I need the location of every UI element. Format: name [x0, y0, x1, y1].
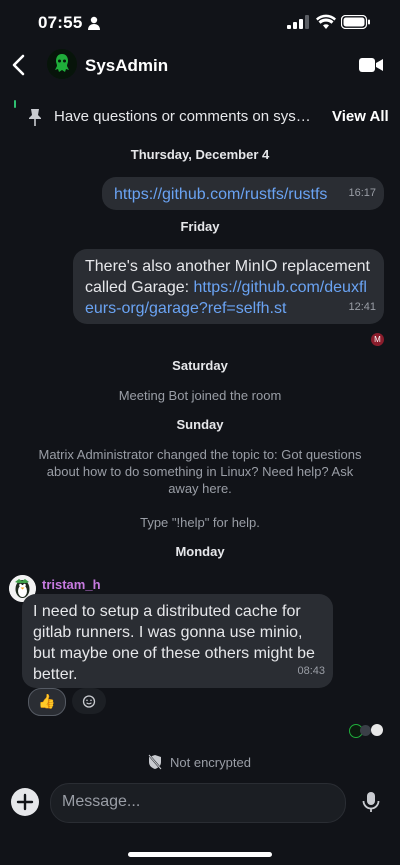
clock: 07:55 — [38, 13, 83, 32]
date-separator: Saturday — [172, 358, 228, 373]
status-bar: 07:55 — [0, 0, 400, 44]
topic-change-event: Matrix Administrator changed the topic t… — [38, 447, 362, 496]
room-avatar[interactable] — [47, 49, 77, 79]
read-receipt-avatar[interactable]: M — [371, 333, 384, 346]
person-icon — [88, 16, 100, 30]
date-separator: Sunday — [176, 417, 224, 432]
reaction-thumbs-up[interactable]: 👍 — [28, 688, 66, 716]
video-call-icon[interactable] — [359, 56, 383, 74]
wifi-icon — [316, 14, 336, 29]
attach-button[interactable] — [11, 788, 39, 816]
room-logo-icon — [47, 49, 77, 79]
message-time: 08:43 — [297, 665, 325, 677]
topic-change-event-help: Type "!help" for help. — [140, 515, 260, 530]
sender-name[interactable]: tristam_h — [42, 577, 101, 592]
plus-icon — [16, 793, 34, 811]
thumbs-up-emoji: 👍 — [38, 693, 56, 709]
date-separator: Friday — [180, 219, 220, 234]
add-reaction-button[interactable] — [72, 688, 106, 714]
microphone-icon[interactable] — [362, 791, 380, 813]
pinned-indicator — [14, 100, 16, 108]
battery-icon — [341, 15, 370, 29]
message-bubble[interactable]: I need to setup a distributed cache for … — [22, 594, 333, 688]
unlocked-shield-icon — [148, 754, 162, 770]
room-title[interactable]: SysAdmin — [85, 56, 168, 76]
view-all-pinned-button[interactable]: View All — [332, 108, 389, 125]
message-time: 16:17 — [348, 187, 376, 199]
add-emoji-icon — [82, 695, 96, 708]
membership-event: Meeting Bot joined the room — [118, 388, 282, 403]
read-receipts[interactable] — [349, 724, 385, 738]
message-text: I need to setup a distributed cache for … — [33, 603, 315, 683]
receipt-avatar — [360, 725, 371, 736]
home-indicator[interactable] — [128, 852, 272, 857]
pin-icon — [29, 109, 41, 126]
encryption-status: Not encrypted — [170, 755, 251, 770]
date-separator: Thursday, December 4 — [130, 147, 270, 162]
message-bubble[interactable]: https://github.com/rustfs/rustfs 16:17 — [102, 177, 384, 210]
date-separator: Monday — [175, 544, 225, 559]
message-link[interactable]: https://github.com/rustfs/rustfs — [114, 184, 327, 205]
message-input-placeholder: Message... — [62, 793, 141, 810]
receipt-avatar — [371, 724, 383, 736]
pinned-message-text[interactable]: Have questions or comments on syste… — [54, 108, 312, 125]
message-bubble[interactable]: There's also another MinIO replacement c… — [73, 249, 384, 324]
back-icon[interactable] — [10, 54, 28, 76]
cellular-signal-icon — [287, 15, 309, 29]
message-time: 12:41 — [348, 301, 376, 313]
